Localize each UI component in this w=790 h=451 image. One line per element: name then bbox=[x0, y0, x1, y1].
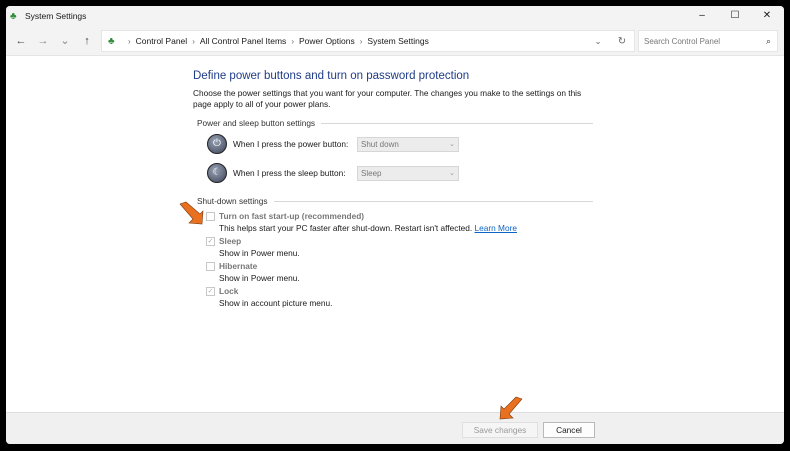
breadcrumb-system-settings[interactable]: System Settings bbox=[367, 36, 428, 46]
search-input[interactable]: Search Control Panel ⌕ bbox=[638, 30, 778, 52]
orange-arrow-icon bbox=[179, 201, 204, 225]
sleep-checkbox[interactable]: ✓ Sleep bbox=[206, 235, 593, 247]
sleep-button-row: ☾ When I press the sleep button: Sleep ⌄ bbox=[207, 160, 593, 186]
chevron-right-icon: › bbox=[291, 36, 294, 46]
power-button-icon: ⏻ bbox=[207, 134, 227, 154]
option-description: Show in account picture menu. bbox=[219, 298, 333, 308]
description-text: This helps start your PC faster after sh… bbox=[219, 223, 473, 233]
learn-more-link[interactable]: Learn More bbox=[475, 223, 517, 233]
chevron-right-icon: › bbox=[359, 36, 363, 46]
sleep-button-select[interactable]: Sleep ⌄ bbox=[357, 165, 459, 181]
checkbox-label: Hibernate bbox=[219, 261, 258, 271]
divider bbox=[321, 122, 593, 124]
chevron-down-icon: ⌄ bbox=[449, 169, 455, 177]
footer-bar: Save changes Cancel bbox=[6, 412, 784, 444]
checkbox-unchecked[interactable] bbox=[206, 261, 215, 271]
minimize-button[interactable]: – bbox=[687, 6, 717, 26]
option-description: Show in Power menu. bbox=[219, 248, 300, 258]
recent-locations-icon[interactable]: ⌄ bbox=[54, 34, 76, 47]
maximize-button[interactable]: ☐ bbox=[720, 6, 750, 26]
page-description: Choose the power settings that you want … bbox=[193, 88, 582, 109]
checkmark-icon[interactable]: ✓ bbox=[206, 286, 215, 296]
search-icon[interactable]: ⌕ bbox=[766, 36, 771, 47]
refresh-icon[interactable]: ↻ bbox=[610, 36, 634, 47]
hibernate-checkbox[interactable]: Hibernate bbox=[206, 260, 593, 272]
group-label: Shut-down settings bbox=[197, 196, 268, 206]
breadcrumb-power-options[interactable]: Power Options bbox=[299, 36, 355, 46]
control-panel-icon: ♣ bbox=[10, 10, 17, 22]
checkbox-label: Sleep bbox=[219, 236, 242, 246]
shutdown-group-header: Shut-down settings bbox=[197, 196, 593, 206]
page-title: Define power buttons and turn on passwor… bbox=[193, 70, 470, 82]
close-button[interactable]: ✕ bbox=[752, 6, 782, 26]
back-icon[interactable]: ← bbox=[10, 35, 32, 47]
checkmark-icon[interactable]: ✓ bbox=[206, 236, 215, 246]
save-changes-button[interactable]: Save changes bbox=[462, 422, 538, 438]
power-button-label: When I press the power button: bbox=[233, 139, 349, 149]
option-description: Show in Power menu. bbox=[219, 273, 300, 283]
checkbox-label: Lock bbox=[219, 286, 239, 296]
option-description: This helps start your PC faster after sh… bbox=[219, 222, 593, 234]
group-label: Power and sleep button settings bbox=[197, 118, 316, 128]
power-button-row: ⏻ When I press the power button: Shut do… bbox=[207, 131, 593, 157]
search-placeholder: Search Control Panel bbox=[644, 36, 721, 46]
lock-checkbox[interactable]: ✓ Lock bbox=[206, 285, 593, 297]
fast-startup-checkbox[interactable]: Turn on fast start-up (recommended) bbox=[206, 210, 593, 222]
orange-arrow-icon bbox=[499, 396, 523, 420]
sleep-button-label: When I press the sleep button: bbox=[233, 168, 346, 178]
divider bbox=[273, 200, 593, 202]
address-bar[interactable]: ♣ › Control Panel › All Control Panel It… bbox=[101, 30, 635, 52]
sleep-button-icon: ☾ bbox=[207, 163, 227, 183]
power-group-header: Power and sleep button settings bbox=[197, 118, 593, 128]
main-content: Define power buttons and turn on passwor… bbox=[193, 70, 593, 309]
address-dropdown-icon[interactable]: ⌄ bbox=[586, 36, 610, 47]
chevron-right-icon: › bbox=[192, 36, 195, 46]
window-title: System Settings bbox=[25, 11, 87, 21]
select-value: Sleep bbox=[361, 168, 382, 178]
up-icon[interactable]: ↑ bbox=[76, 35, 98, 47]
forward-icon[interactable]: → bbox=[32, 35, 54, 47]
chevron-right-icon: › bbox=[128, 36, 131, 46]
breadcrumb-all-items[interactable]: All Control Panel Items bbox=[200, 36, 286, 46]
cancel-button[interactable]: Cancel bbox=[543, 422, 595, 438]
checkbox-unchecked[interactable] bbox=[206, 211, 215, 221]
breadcrumb-control-panel[interactable]: Control Panel bbox=[136, 36, 188, 46]
checkbox-label: Turn on fast start-up (recommended) bbox=[219, 211, 365, 221]
title-bar: ♣ System Settings bbox=[6, 6, 784, 26]
system-settings-window: ♣ System Settings – ☐ ✕ ← → ⌄ ↑ ♣ › Cont… bbox=[6, 6, 784, 444]
chevron-down-icon: ⌄ bbox=[449, 140, 455, 148]
select-value: Shut down bbox=[361, 139, 399, 149]
control-panel-icon: ♣ bbox=[108, 35, 115, 47]
power-button-select[interactable]: Shut down ⌄ bbox=[357, 136, 459, 152]
